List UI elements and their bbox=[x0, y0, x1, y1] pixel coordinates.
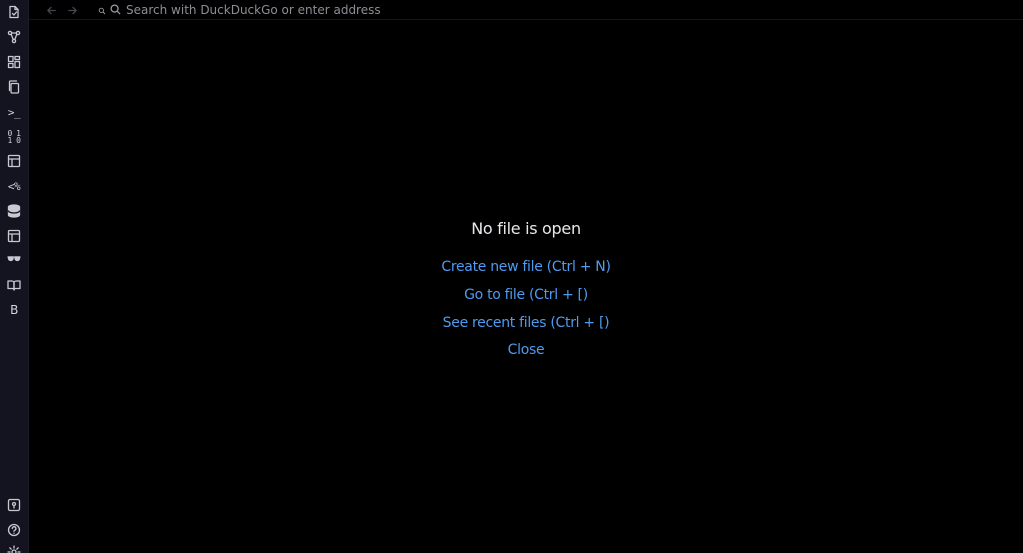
search-icon bbox=[110, 0, 121, 19]
book-open-icon[interactable] bbox=[2, 274, 26, 296]
vault-icon[interactable] bbox=[2, 494, 26, 516]
canvas-icon[interactable] bbox=[2, 51, 26, 73]
templater-icon[interactable]: <% bbox=[2, 175, 26, 197]
glasses-icon[interactable] bbox=[2, 247, 26, 269]
settings-icon[interactable] bbox=[2, 541, 26, 553]
forward-button[interactable] bbox=[64, 2, 80, 18]
empty-state: No file is open Create new file (Ctrl + … bbox=[29, 20, 1023, 553]
left-ribbon: >_ 0 11 0 <% B bbox=[0, 0, 29, 553]
open-file-icon[interactable] bbox=[2, 1, 26, 23]
bold-b-icon[interactable]: B bbox=[2, 299, 26, 321]
create-new-file-link[interactable]: Create new file (Ctrl + N) bbox=[29, 259, 1023, 275]
graph-icon[interactable] bbox=[2, 26, 26, 48]
layout-icon[interactable] bbox=[2, 225, 26, 247]
arrow-left-icon bbox=[46, 6, 56, 14]
copy-icon[interactable] bbox=[2, 76, 26, 98]
help-icon[interactable] bbox=[2, 519, 26, 541]
see-recent-files-link[interactable]: See recent files (Ctrl + [) bbox=[29, 315, 1023, 331]
search-engine-icon bbox=[98, 0, 106, 19]
go-to-file-link[interactable]: Go to file (Ctrl + [) bbox=[29, 287, 1023, 303]
close-link[interactable]: Close bbox=[29, 342, 1023, 358]
web-viewer-toolbar bbox=[29, 0, 1023, 20]
app-window: >_ 0 11 0 <% B Search with DuckDuckGo or… bbox=[0, 0, 1023, 553]
arrow-right-icon bbox=[67, 6, 77, 14]
back-button[interactable] bbox=[43, 2, 59, 18]
terminal-icon[interactable]: >_ bbox=[2, 101, 26, 123]
address-bar[interactable] bbox=[98, 1, 446, 18]
binary-icon[interactable]: 0 11 0 bbox=[2, 126, 26, 148]
database-icon[interactable] bbox=[2, 200, 26, 222]
address-input[interactable] bbox=[126, 2, 446, 17]
template-icon[interactable] bbox=[2, 150, 26, 172]
empty-state-title: No file is open bbox=[471, 219, 581, 238]
